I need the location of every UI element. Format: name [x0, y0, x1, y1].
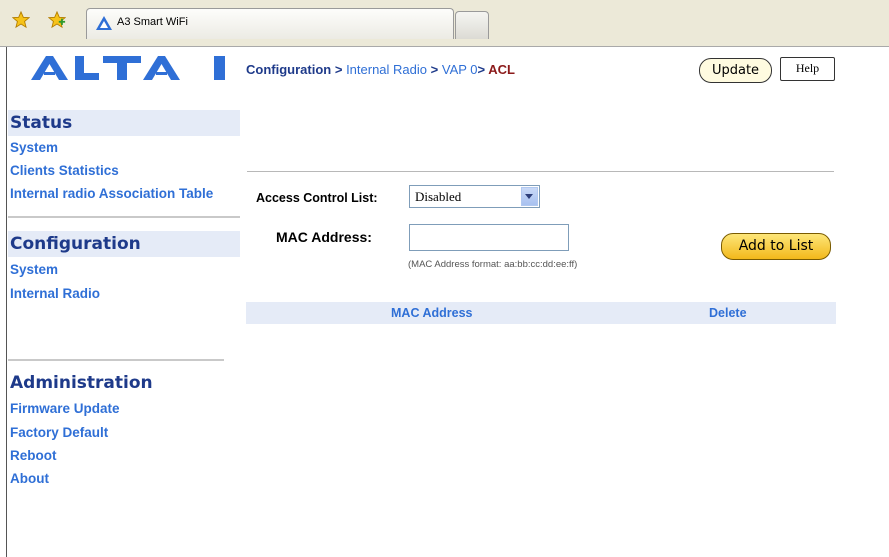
breadcrumb-separator: > — [334, 62, 343, 77]
altai-favicon-icon — [96, 16, 112, 30]
star-icon[interactable] — [12, 11, 30, 29]
mac-format-hint: (MAC Address format: aa:bb:cc:dd:ee:ff) — [408, 259, 578, 270]
sidebar-divider — [8, 359, 224, 361]
help-button[interactable]: Help — [780, 57, 835, 81]
breadcrumb-configuration[interactable]: Configuration — [246, 62, 331, 77]
add-bookmark-icon[interactable] — [48, 11, 66, 29]
administration-section-heading: Administration — [10, 373, 153, 393]
update-button[interactable]: Update — [699, 58, 772, 83]
acl-table-header: MAC Address Delete — [246, 302, 836, 324]
sidebar-item-internal-radio[interactable]: Internal Radio — [10, 286, 100, 301]
breadcrumb-separator: > — [477, 62, 486, 77]
breadcrumb-separator: > — [430, 62, 439, 77]
browser-tab-title: A3 Smart WiFi — [117, 16, 188, 28]
breadcrumb-current-acl: ACL — [488, 62, 515, 77]
column-header-delete: Delete — [709, 306, 747, 320]
sidebar-divider — [8, 216, 240, 218]
sidebar-item-config-system[interactable]: System — [10, 262, 58, 277]
breadcrumb: Configuration > Internal Radio > VAP 0> … — [246, 62, 515, 77]
new-tab-button[interactable] — [455, 11, 489, 39]
acl-select[interactable]: Disabled — [409, 185, 540, 208]
sidebar-item-status-system[interactable]: System — [10, 140, 58, 155]
add-to-list-button[interactable]: Add to List — [721, 233, 831, 260]
sidebar-item-firmware-update[interactable]: Firmware Update — [10, 401, 120, 416]
sidebar-item-about[interactable]: About — [10, 471, 49, 486]
chevron-down-icon[interactable] — [521, 187, 538, 206]
configuration-section-heading: Configuration — [8, 231, 240, 257]
acl-selected-value: Disabled — [415, 189, 462, 204]
sidebar-item-reboot[interactable]: Reboot — [10, 448, 57, 463]
status-section-heading: Status — [8, 110, 240, 136]
acl-label: Access Control List: — [256, 191, 378, 205]
column-header-mac-address: MAC Address — [391, 306, 473, 320]
content-divider — [247, 171, 834, 172]
sidebar-item-clients-statistics[interactable]: Clients Statistics — [10, 163, 119, 178]
breadcrumb-internal-radio[interactable]: Internal Radio — [346, 62, 427, 77]
altai-logo — [31, 56, 225, 80]
sidebar-item-factory-default[interactable]: Factory Default — [10, 425, 108, 440]
mac-address-label: MAC Address: — [276, 229, 372, 245]
browser-tab[interactable]: A3 Smart WiFi — [86, 8, 454, 39]
sidebar-item-association-table[interactable]: Internal radio Association Table — [10, 186, 213, 201]
frame-border — [6, 47, 7, 557]
browser-tab-strip: A3 Smart WiFi — [0, 0, 889, 47]
mac-address-input[interactable] — [409, 224, 569, 251]
breadcrumb-vap0[interactable]: VAP 0 — [442, 62, 478, 77]
